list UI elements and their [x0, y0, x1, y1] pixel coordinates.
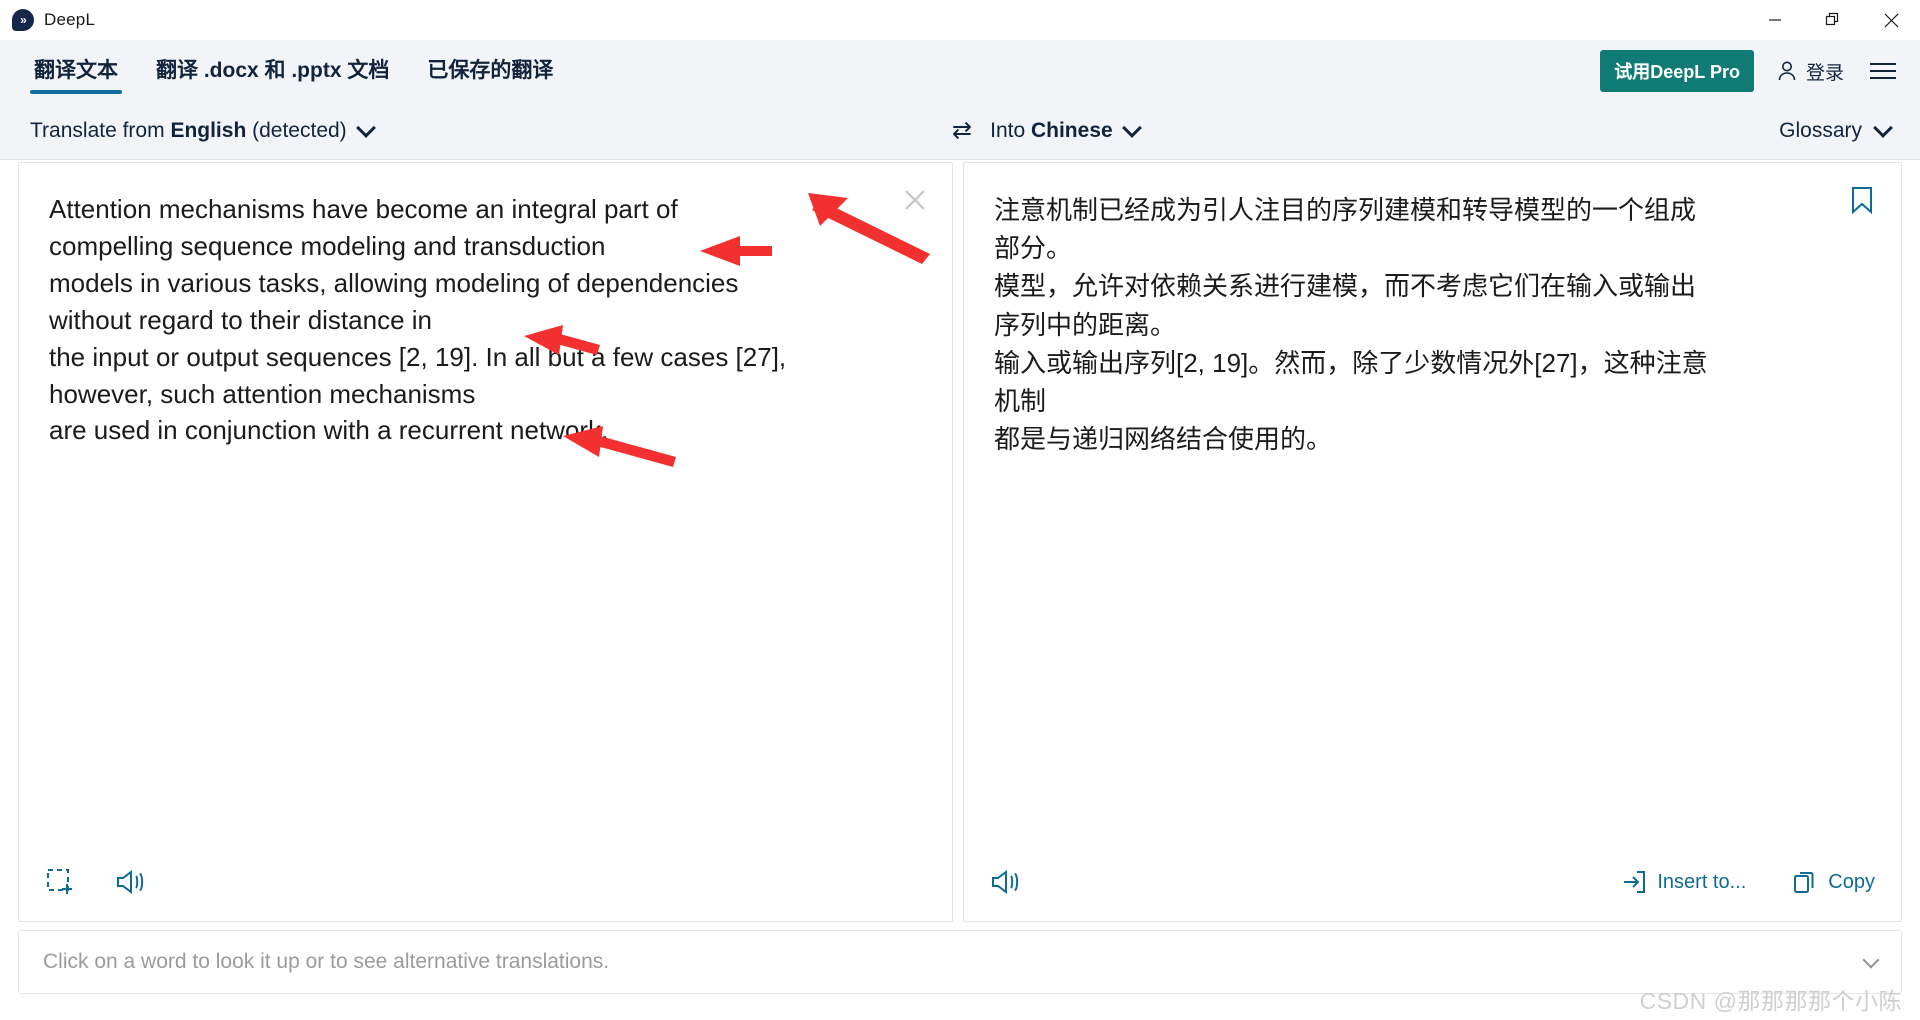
main-tabbar: 翻译文本 翻译 .docx 和 .pptx 文档 已保存的翻译 试用DeepL … — [0, 40, 1920, 102]
alternative-translations-hint: Click on a word to look it up or to see … — [43, 950, 610, 973]
target-toolbar: Insert to... Copy — [964, 843, 1901, 921]
target-language-label: Into Chinese — [990, 119, 1113, 143]
login-label: 登录 — [1805, 62, 1844, 84]
source-toolbar — [19, 843, 952, 921]
target-tool-group-left — [990, 867, 1024, 897]
source-language-label: Translate from English (detected) — [30, 119, 347, 143]
capture-screenshot-button[interactable] — [45, 867, 75, 897]
target-translation-text: 注意机制已经成为引人注目的序列建模和转导模型的一个组成 部分。 模型，允许对依赖… — [994, 195, 1708, 455]
copy-button[interactable]: Copy — [1792, 869, 1875, 895]
tab-translate-documents[interactable]: 翻译 .docx 和 .pptx 文档 — [152, 40, 393, 96]
source-language-value: English — [170, 118, 247, 142]
tab-list: 翻译文本 翻译 .docx 和 .pptx 文档 已保存的翻译 — [30, 40, 557, 102]
chevron-down-icon — [1121, 117, 1142, 138]
screenshot-capture-icon — [47, 869, 72, 894]
source-suffix: (detected) — [246, 118, 347, 142]
target-language-area: ⇄ Into Chinese — [952, 102, 1142, 159]
source-speak-button[interactable] — [115, 867, 149, 897]
window-titlebar: » DeepL — [0, 0, 1920, 40]
language-bar: Translate from English (detected) ⇄ Into… — [0, 102, 1920, 160]
minimize-button[interactable] — [1746, 0, 1804, 40]
source-textarea[interactable]: Attention mechanisms have become an inte… — [19, 163, 952, 449]
person-icon — [1778, 61, 1796, 81]
target-text-pane[interactable]: 注意机制已经成为引人注目的序列建模和转导模型的一个组成 部分。 模型，允许对依赖… — [963, 162, 1902, 922]
restore-icon — [1825, 12, 1839, 26]
clear-source-button[interactable] — [900, 185, 930, 215]
speaker-icon — [992, 870, 1019, 894]
insert-to-label: Insert to... — [1657, 870, 1747, 893]
close-button[interactable] — [1862, 0, 1920, 40]
close-icon — [1884, 13, 1898, 27]
alternative-translations-bar[interactable]: Click on a word to look it up or to see … — [18, 930, 1902, 994]
target-language-selector[interactable]: Into Chinese — [990, 117, 1142, 143]
chevron-down-icon[interactable] — [1862, 951, 1880, 968]
glossary-selector[interactable]: Glossary — [1779, 102, 1893, 159]
source-prefix: Translate from — [30, 118, 171, 142]
save-translation-button[interactable] — [1849, 185, 1875, 220]
restore-button[interactable] — [1804, 0, 1862, 40]
source-language-selector[interactable]: Translate from English (detected) — [30, 117, 376, 143]
header-actions: 试用DeepL Pro 登录 — [1600, 40, 1900, 102]
deepl-logo-icon: » — [12, 9, 34, 31]
login-button[interactable]: 登录 — [1776, 58, 1844, 85]
window-controls — [1746, 0, 1920, 40]
app-title: DeepL — [44, 10, 96, 29]
speaker-icon — [117, 870, 144, 894]
close-icon — [905, 190, 925, 210]
bookmark-icon — [1852, 187, 1872, 215]
insert-arrow-icon — [1624, 871, 1646, 893]
glossary-label: Glossary — [1779, 118, 1862, 142]
tab-translate-text[interactable]: 翻译文本 — [30, 40, 122, 96]
hamburger-menu-icon[interactable] — [1866, 59, 1900, 83]
source-text-pane[interactable]: Attention mechanisms have become an inte… — [18, 162, 953, 922]
source-tool-group — [45, 867, 149, 897]
chevron-down-icon — [1873, 117, 1893, 138]
try-deepl-pro-button[interactable]: 试用DeepL Pro — [1600, 50, 1754, 92]
target-prefix: Into — [990, 118, 1031, 142]
copy-label: Copy — [1828, 870, 1875, 893]
target-language-value: Chinese — [1030, 118, 1113, 142]
tab-saved-translations[interactable]: 已保存的翻译 — [423, 40, 557, 96]
target-speak-button[interactable] — [990, 867, 1024, 897]
minimize-icon — [1769, 19, 1781, 21]
chevron-down-icon — [355, 117, 376, 138]
app-logo: » DeepL — [0, 9, 95, 31]
swap-languages-icon[interactable]: ⇄ — [952, 118, 972, 143]
insert-to-button[interactable]: Insert to... — [1621, 869, 1746, 895]
copy-icon — [1794, 872, 1814, 893]
target-tool-group-right: Insert to... Copy — [1621, 869, 1875, 895]
translation-panes: Attention mechanisms have become an inte… — [0, 160, 1920, 922]
